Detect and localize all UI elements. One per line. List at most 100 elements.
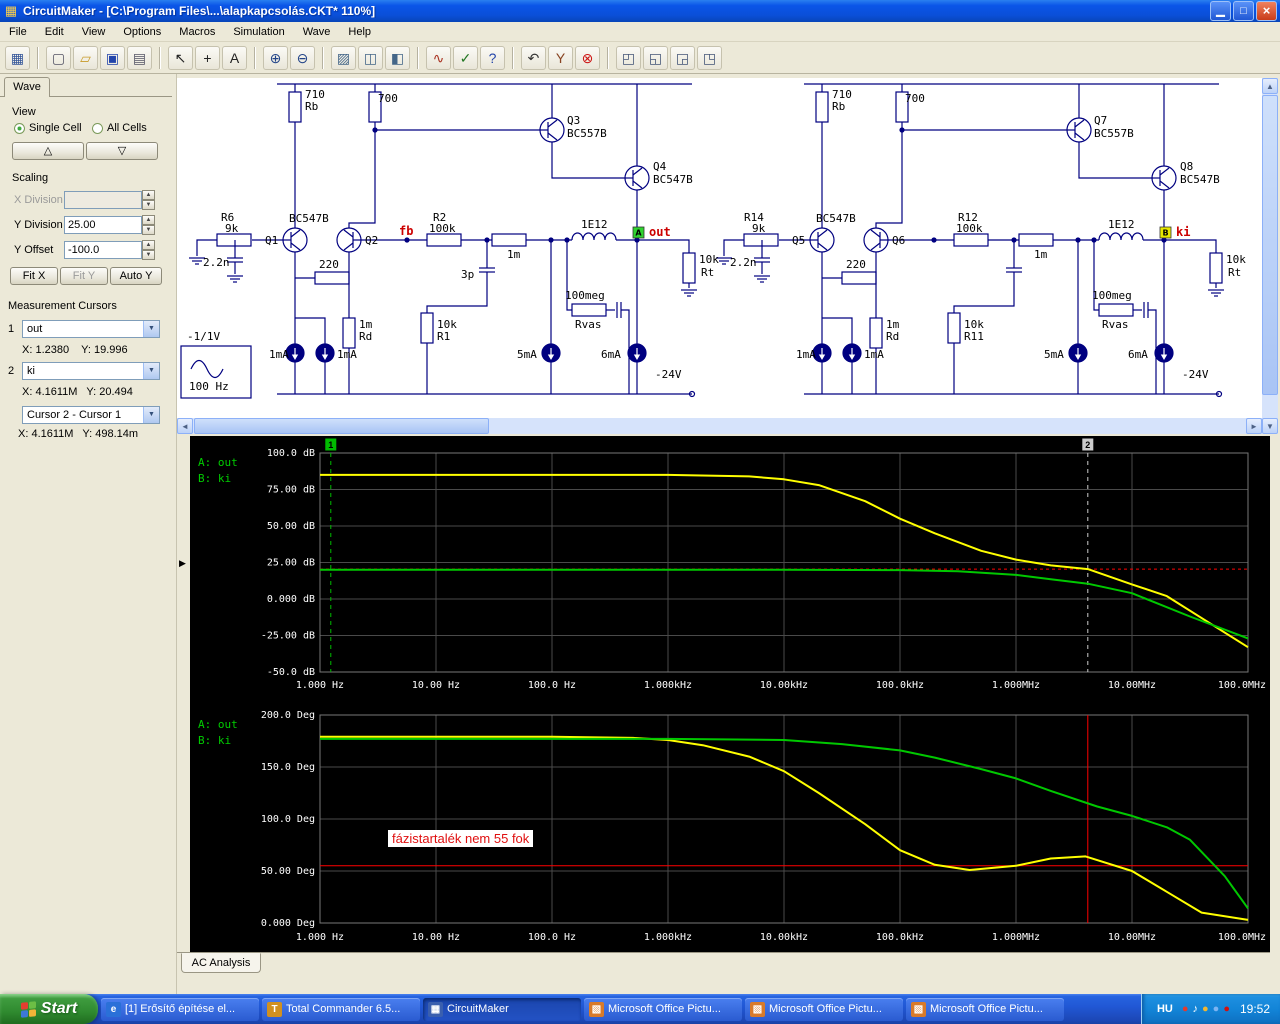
svg-text:200.0 Deg: 200.0 Deg [261, 710, 315, 721]
svg-text:5mA: 5mA [1044, 348, 1064, 361]
scroll-right-icon[interactable]: ► [1246, 418, 1262, 434]
svg-text:Rt: Rt [1228, 266, 1241, 279]
cursor2-signal-select[interactable]: ki ▼ [22, 362, 160, 380]
tab-wave[interactable]: Wave [4, 77, 50, 97]
menu-wave[interactable]: Wave [294, 23, 340, 41]
cursor1-signal-value: out [27, 323, 42, 335]
svg-text:1mA: 1mA [269, 348, 289, 361]
print-icon: ▤ [133, 51, 146, 65]
cell-up-button[interactable]: △ [12, 142, 84, 160]
cursor2-xy-readout: X: 4.1611M Y: 20.494 [22, 386, 133, 398]
waveform-splitter[interactable]: ▶ [177, 436, 190, 952]
svg-text:Rb: Rb [305, 100, 318, 113]
taskbar-task[interactable]: TTotal Commander 6.5... [262, 998, 420, 1021]
svg-text:ki: ki [1176, 225, 1190, 239]
svg-text:100.0kHz: 100.0kHz [876, 680, 924, 691]
taskbar-task[interactable]: ▧Microsoft Office Pictu... [584, 998, 742, 1021]
fit-x-button[interactable]: Fit X [10, 267, 58, 285]
svg-text:1.000kHz: 1.000kHz [644, 932, 692, 943]
yellow-app-icon[interactable]: ● [1202, 1002, 1209, 1016]
cursor1-signal-select[interactable]: out ▼ [22, 320, 160, 338]
find-button[interactable]: ▨ [331, 46, 356, 70]
red-alert-icon[interactable]: ● [1223, 1002, 1230, 1016]
taskbar-task[interactable]: ▧Microsoft Office Pictu... [745, 998, 903, 1021]
scroll-up-icon[interactable]: ▲ [1262, 78, 1278, 94]
x-division-spinner[interactable]: ▲▼ [142, 190, 155, 208]
menu-edit[interactable]: Edit [36, 23, 73, 41]
scope-a-button[interactable]: ◰ [616, 46, 641, 70]
svg-text:1.000 Hz: 1.000 Hz [296, 932, 344, 943]
cell-down-button[interactable]: ▽ [86, 142, 158, 160]
menu-macros[interactable]: Macros [170, 23, 224, 41]
scroll-down-icon[interactable]: ▼ [1262, 418, 1278, 434]
start-button[interactable]: Start [0, 994, 98, 1024]
analysis-tabstrip: AC Analysis [177, 952, 1270, 994]
svg-text:R11: R11 [964, 330, 984, 343]
radio-all-cells[interactable]: All Cells [92, 122, 147, 134]
fit-y-button[interactable]: Fit Y [60, 267, 108, 285]
chevron-down-icon[interactable]: ▼ [143, 407, 159, 423]
close-button[interactable]: × [1256, 1, 1277, 21]
text-tool-button[interactable]: A [222, 46, 247, 70]
scroll-left-icon[interactable]: ◄ [177, 418, 193, 434]
menu-help[interactable]: Help [339, 23, 380, 41]
minimize-button[interactable]: ▁ [1210, 1, 1231, 21]
scope-b-icon: ◱ [649, 51, 662, 65]
new-file-button[interactable]: ▢ [46, 46, 71, 70]
svg-text:1: 1 [328, 440, 333, 450]
print-button[interactable]: ▤ [127, 46, 152, 70]
cursor-delta-select[interactable]: Cursor 2 - Cursor 1 ▼ [22, 406, 160, 424]
stop-button[interactable]: ⊗ [575, 46, 600, 70]
chevron-down-icon[interactable]: ▼ [143, 321, 159, 337]
schematic-hscrollbar[interactable]: ◄ ► [177, 418, 1262, 434]
radio-single-cell[interactable]: Single Cell [14, 122, 82, 134]
open-folder-button[interactable]: ▱ [73, 46, 98, 70]
menu-view[interactable]: View [73, 23, 115, 41]
red-app-icon[interactable]: ● [1182, 1002, 1189, 1016]
undo-button[interactable]: ↶ [521, 46, 546, 70]
scope-d-button[interactable]: ◳ [697, 46, 722, 70]
language-indicator[interactable]: HU [1154, 1003, 1176, 1015]
menu-simulation[interactable]: Simulation [224, 23, 293, 41]
svg-text:BC547B: BC547B [653, 173, 693, 186]
mirror-button[interactable]: ◧ [385, 46, 410, 70]
chip-button[interactable]: ▦ [5, 46, 30, 70]
y-division-input[interactable] [64, 216, 142, 234]
hscroll-thumb[interactable] [194, 418, 489, 434]
svg-text:A: A [635, 229, 642, 238]
volume-icon[interactable]: ♪ [1193, 1002, 1199, 1016]
save-button[interactable]: ▣ [100, 46, 125, 70]
probe-y-button[interactable]: Y [548, 46, 573, 70]
svg-text:9k: 9k [752, 222, 766, 235]
schematic-vscrollbar[interactable]: ▲ ▼ [1262, 78, 1278, 434]
taskbar-task[interactable]: ▦CircuitMaker [423, 998, 581, 1021]
select-arrow-button[interactable]: ↖ [168, 46, 193, 70]
check-button[interactable]: ✓ [453, 46, 478, 70]
tab-ac-analysis[interactable]: AC Analysis [181, 953, 261, 973]
help-button[interactable]: ? [480, 46, 505, 70]
auto-y-button[interactable]: Auto Y [110, 267, 162, 285]
wave-probe-button[interactable]: ∿ [426, 46, 451, 70]
vscroll-thumb[interactable] [1262, 95, 1278, 395]
y-offset-spinner[interactable]: ▲▼ [142, 240, 155, 258]
y-offset-input[interactable] [64, 241, 142, 259]
schematic-canvas[interactable]: AB 710Rb700Q3BC557BQ4BC547BR69kBC547BQ1Q… [177, 78, 1262, 418]
menu-options[interactable]: Options [114, 23, 170, 41]
scope-b-button[interactable]: ◱ [643, 46, 668, 70]
copy-button[interactable]: ◫ [358, 46, 383, 70]
scope-c-button[interactable]: ◲ [670, 46, 695, 70]
x-division-input[interactable] [64, 191, 142, 209]
blue-app-icon[interactable]: ● [1213, 1002, 1220, 1016]
chevron-down-icon[interactable]: ▼ [143, 363, 159, 379]
taskbar-task[interactable]: e[1] Erősítő építése el... [101, 998, 259, 1021]
zoom-in-button[interactable]: ⊕ [263, 46, 288, 70]
svg-text:out: out [649, 225, 671, 239]
taskbar-task[interactable]: ▧Microsoft Office Pictu... [906, 998, 1064, 1021]
menu-file[interactable]: File [0, 23, 36, 41]
zoom-tool-button[interactable]: ⊖ [290, 46, 315, 70]
waveform-plot-area[interactable]: 121.000 Hz10.00 Hz100.0 Hz1.000kHz10.00k… [190, 436, 1270, 952]
add-part-button[interactable]: + [195, 46, 220, 70]
restore-button[interactable]: □ [1233, 1, 1254, 21]
radio-dot [14, 123, 25, 134]
y-division-spinner[interactable]: ▲▼ [142, 215, 155, 233]
